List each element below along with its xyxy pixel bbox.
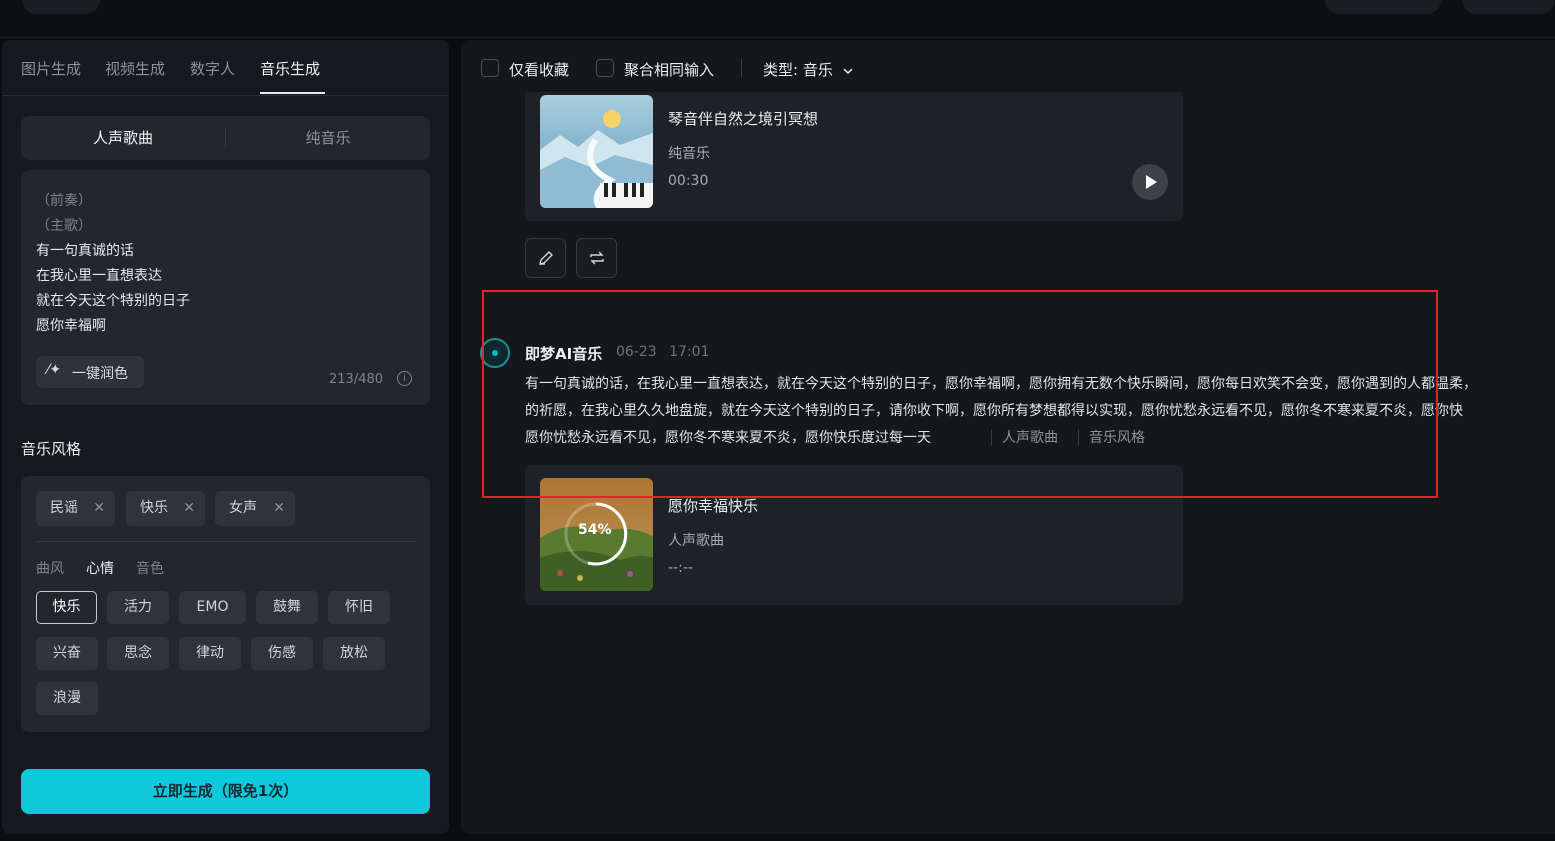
mood-chip[interactable]: 怀旧 bbox=[328, 591, 390, 624]
segment-vocal-song[interactable]: 人声歌曲 bbox=[21, 116, 225, 160]
selected-tag[interactable]: 民谣 ✕ bbox=[36, 491, 115, 526]
mood-chip[interactable]: 活力 bbox=[107, 591, 169, 624]
favorites-checkbox[interactable] bbox=[481, 59, 499, 77]
close-icon[interactable]: ✕ bbox=[273, 491, 285, 526]
music-style-title: 音乐风格 bbox=[21, 440, 82, 458]
type-select-label: 类型: 音乐 bbox=[763, 61, 833, 79]
active-tab-indicator bbox=[260, 92, 325, 94]
play-button[interactable] bbox=[1132, 164, 1168, 200]
repeat-icon bbox=[590, 251, 604, 265]
music-style-box: 民谣 ✕ 快乐 ✕ 女声 ✕ 曲风 心情 音色 快乐 活力 EMO 鼓舞 怀旧 … bbox=[21, 476, 430, 732]
generate-button[interactable]: 立即生成（限免1次） bbox=[21, 769, 430, 814]
edit-icon bbox=[539, 251, 553, 265]
lyric-line: 就在今天这个特别的日子 bbox=[36, 293, 190, 309]
filter-bar: 仅看收藏 聚合相同输入 类型: 音乐 bbox=[461, 40, 1555, 96]
lyric-line: 在我心里一直想表达 bbox=[36, 268, 162, 284]
merge-checkbox[interactable] bbox=[596, 59, 614, 77]
close-icon[interactable]: ✕ bbox=[183, 491, 195, 526]
track-title: 琴音伴自然之境引冥想 bbox=[668, 110, 819, 128]
mood-chip[interactable]: EMO bbox=[179, 591, 246, 624]
filter-divider bbox=[741, 59, 742, 77]
tab-digital-human[interactable]: 数字人 bbox=[190, 58, 235, 79]
track-type: 纯音乐 bbox=[668, 146, 710, 162]
results-panel: 仅看收藏 聚合相同输入 类型: 音乐 琴音伴自然之境引冥想 纯音乐 00:30 … bbox=[461, 40, 1555, 834]
generation-progress: 54% bbox=[578, 522, 612, 538]
chevron-down-icon bbox=[843, 67, 853, 74]
highlight-annotation-box bbox=[482, 290, 1438, 498]
top-right-button-2[interactable] bbox=[1462, 0, 1555, 14]
mood-chip[interactable]: 浪漫 bbox=[36, 682, 98, 715]
edit-button[interactable] bbox=[525, 238, 566, 278]
top-bar bbox=[0, 0, 1555, 38]
lyric-line: 有一句真诚的话 bbox=[36, 243, 134, 259]
mood-chip[interactable]: 思念 bbox=[107, 637, 169, 670]
top-right-button[interactable] bbox=[1325, 0, 1441, 14]
track-duration: 00:30 bbox=[668, 173, 709, 189]
info-icon[interactable]: i bbox=[397, 371, 412, 386]
tab-image[interactable]: 图片生成 bbox=[21, 58, 81, 79]
music-type-segmented: 人声歌曲 纯音乐 bbox=[21, 116, 430, 160]
track-duration: --:-- bbox=[668, 560, 693, 576]
track-cover-image bbox=[540, 95, 653, 208]
selected-tag[interactable]: 快乐 ✕ bbox=[126, 491, 205, 526]
generation-panel: 图片生成 视频生成 数字人 音乐生成 人声歌曲 纯音乐 （前奏） （主歌） 有一… bbox=[2, 40, 449, 834]
segment-instrumental[interactable]: 纯音乐 bbox=[226, 116, 430, 160]
mood-chip[interactable]: 兴奋 bbox=[36, 637, 98, 670]
mood-chip[interactable]: 快乐 bbox=[36, 591, 97, 624]
magic-wand-icon: ⁄✦ bbox=[47, 362, 62, 378]
polish-label: 一键润色 bbox=[72, 366, 128, 382]
tab-music[interactable]: 音乐生成 bbox=[260, 58, 320, 79]
type-select[interactable]: 类型: 音乐 bbox=[763, 59, 854, 80]
category-timbre[interactable]: 音色 bbox=[136, 558, 164, 578]
merge-label[interactable]: 聚合相同输入 bbox=[624, 59, 714, 80]
tab-video[interactable]: 视频生成 bbox=[105, 58, 165, 79]
selected-tag[interactable]: 女声 ✕ bbox=[215, 491, 295, 526]
top-left-button[interactable] bbox=[22, 0, 100, 14]
mode-tabs: 图片生成 视频生成 数字人 音乐生成 bbox=[2, 40, 449, 96]
mood-chip[interactable]: 放松 bbox=[323, 637, 385, 670]
category-genre[interactable]: 曲风 bbox=[36, 558, 64, 578]
char-count: 213/480 bbox=[329, 372, 384, 387]
track-card[interactable]: 琴音伴自然之境引冥想 纯音乐 00:30 bbox=[525, 92, 1183, 221]
mood-chip[interactable]: 鼓舞 bbox=[256, 591, 318, 624]
mood-chip[interactable]: 伤感 bbox=[251, 637, 313, 670]
mood-chip[interactable]: 律动 bbox=[179, 637, 241, 670]
lyric-line: （主歌） bbox=[36, 218, 92, 234]
selected-tag-label: 快乐 bbox=[140, 500, 168, 516]
track-title: 愿你幸福快乐 bbox=[668, 497, 759, 515]
divider bbox=[36, 541, 416, 542]
category-mood[interactable]: 心情 bbox=[86, 558, 114, 578]
selected-tag-label: 女声 bbox=[229, 500, 257, 516]
close-icon[interactable]: ✕ bbox=[93, 491, 105, 526]
polish-button[interactable]: ⁄✦ 一键润色 bbox=[36, 356, 144, 388]
track-type: 人声歌曲 bbox=[668, 533, 724, 549]
lyric-line: 愿你幸福啊 bbox=[36, 318, 106, 334]
selected-tag-label: 民谣 bbox=[50, 500, 78, 516]
lyrics-input[interactable]: （前奏） （主歌） 有一句真诚的话 在我心里一直想表达 就在今天这个特别的日子 … bbox=[21, 170, 430, 405]
favorites-label[interactable]: 仅看收藏 bbox=[509, 59, 569, 80]
regenerate-button[interactable] bbox=[576, 238, 617, 278]
lyric-line: （前奏） bbox=[36, 193, 92, 209]
